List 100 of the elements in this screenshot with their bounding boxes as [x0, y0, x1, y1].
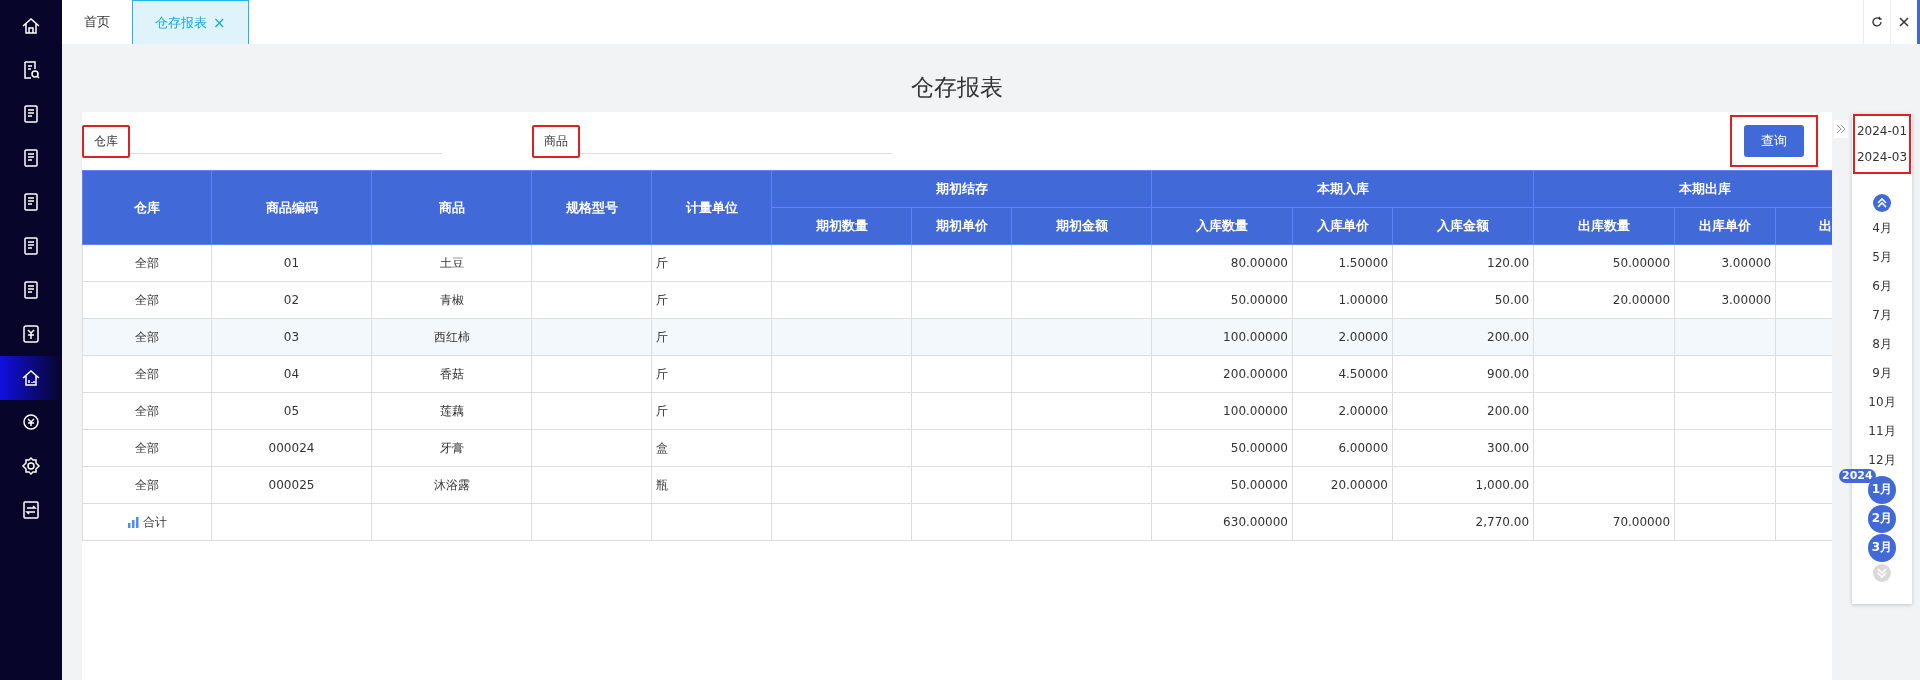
filter-label: 商品	[532, 124, 580, 158]
table-cell: 斤	[651, 281, 772, 319]
column-header: 仓库	[82, 170, 212, 245]
month-item[interactable]: 11月	[1868, 417, 1896, 446]
table-cell: 全部	[82, 244, 212, 282]
month-item[interactable]: 9月	[1868, 359, 1896, 388]
month-item[interactable]: 6月	[1868, 272, 1896, 301]
column-header: 商品编码	[211, 170, 372, 245]
start-date[interactable]: 2024-01	[1856, 124, 1908, 138]
table-cell: 盒	[651, 429, 772, 467]
table-cell: 6.00000	[1292, 429, 1393, 467]
tab-label: 仓存报表	[155, 13, 207, 32]
column-header: 出库数量	[1533, 207, 1675, 245]
table-cell: 莲藕	[371, 392, 532, 430]
table-cell: 3.00000	[1674, 281, 1776, 319]
table-cell: 50.00000	[1151, 429, 1293, 467]
table-cell: 4.50000	[1292, 355, 1393, 393]
table-cell: 香菇	[371, 355, 532, 393]
table-cell: 全部	[82, 281, 212, 319]
table-cell: 20.00000	[1533, 281, 1675, 319]
month-item[interactable]: 8月	[1868, 330, 1896, 359]
table-cell: 2.00000	[1292, 318, 1393, 356]
table-cell: 瓶	[651, 466, 772, 504]
month-item[interactable]: 2月	[1868, 504, 1896, 533]
column-group-header: 本期入库	[1151, 170, 1534, 208]
table-cell: 000024	[211, 429, 372, 467]
sidebar-item[interactable]	[0, 356, 62, 400]
collapse-button[interactable]	[1834, 120, 1848, 138]
month-item[interactable]: 4月	[1868, 214, 1896, 243]
column-header: 入库金额	[1392, 207, 1534, 245]
table-cell: 50.00000	[1533, 244, 1675, 282]
total-label: 合计	[142, 513, 167, 531]
tab-label: 首页	[84, 13, 110, 31]
table-cell: 02	[211, 281, 372, 319]
table-cell: 200.00000	[1151, 355, 1293, 393]
table-cell: 01	[211, 244, 372, 282]
table-cell: 630.00000	[1151, 503, 1293, 541]
table-cell: 2.00000	[1292, 392, 1393, 430]
filter-label: 仓库	[82, 124, 130, 158]
scroll-up-icon[interactable]	[1873, 194, 1891, 212]
double-chevron-icon	[1836, 124, 1846, 134]
page-title: 仓存报表	[910, 73, 1004, 102]
month-item[interactable]: 3月	[1868, 533, 1896, 562]
table-cell: 200.00	[1392, 318, 1534, 356]
month-item[interactable]: 10月	[1868, 388, 1896, 417]
table-cell: 04	[211, 355, 372, 393]
table-cell: 70.00000	[1533, 503, 1675, 541]
column-header: 期初金额	[1011, 207, 1152, 245]
table-cell: 全部	[82, 318, 212, 356]
refresh-icon	[1871, 16, 1883, 28]
table-cell: 全部	[82, 355, 212, 393]
table-cell: 200.00	[1392, 392, 1534, 430]
table-cell: 全部	[82, 429, 212, 467]
year-badge: 2024	[1839, 469, 1876, 483]
table-cell: 1.50000	[1292, 244, 1393, 282]
column-header: 出库单价	[1674, 207, 1776, 245]
table-cell: 20.00000	[1292, 466, 1393, 504]
table-row[interactable]: 全部 03 西红柿 斤 100.00000 2.00000 200.00	[82, 318, 1832, 356]
table-cell: 青椒	[371, 281, 532, 319]
table-cell: 100.00000	[1151, 318, 1293, 356]
table-cell: 1.00000	[1292, 281, 1393, 319]
table-cell: 05	[211, 392, 372, 430]
table-cell: 斤	[651, 392, 772, 430]
table-cell: 3.00000	[1674, 244, 1776, 282]
column-header: 期初单价	[911, 207, 1012, 245]
close-icon	[1898, 16, 1910, 28]
tab[interactable]: 首页	[62, 0, 132, 44]
table-cell: 斤	[651, 355, 772, 393]
query-button[interactable]: 查询	[1744, 125, 1804, 157]
month-item[interactable]: 5月	[1868, 243, 1896, 272]
table-cell: 全部	[82, 466, 212, 504]
table-cell: 斤	[651, 318, 772, 356]
table-cell: 斤	[651, 244, 772, 282]
table-cell: 100.00000	[1151, 392, 1293, 430]
bar-chart-icon	[127, 516, 139, 528]
month-item[interactable]: 7月	[1868, 301, 1896, 330]
table-cell: 000025	[211, 466, 372, 504]
table-cell: 50.00000	[1151, 281, 1293, 319]
table-cell: 50.00000	[1151, 466, 1293, 504]
column-header: 入库数量	[1151, 207, 1293, 245]
table-cell: 03	[211, 318, 372, 356]
column-header: 计量单位	[651, 170, 772, 245]
table-cell: 300.00	[1392, 429, 1534, 467]
table-cell: 沐浴露	[371, 466, 532, 504]
column-header: 商品	[371, 170, 532, 245]
table-cell: 900.00	[1392, 355, 1534, 393]
table-cell: 120.00	[1392, 244, 1534, 282]
table-cell: 土豆	[371, 244, 532, 282]
table-cell: 西红柿	[371, 318, 532, 356]
table-cell: 2,770.00	[1392, 503, 1534, 541]
table-cell: 50.00	[1392, 281, 1534, 319]
table-cell: 全部	[82, 392, 212, 430]
column-group-header: 本期出库	[1533, 170, 1832, 208]
column-header: 规格型号	[531, 170, 652, 245]
table-cell: 1,000.00	[1392, 466, 1534, 504]
table-cell: 牙膏	[371, 429, 532, 467]
table-cell: 80.00000	[1151, 244, 1293, 282]
column-header: 入库单价	[1292, 207, 1393, 245]
end-date[interactable]: 2024-03	[1856, 150, 1908, 164]
column-group-header: 期初结存	[771, 170, 1152, 208]
